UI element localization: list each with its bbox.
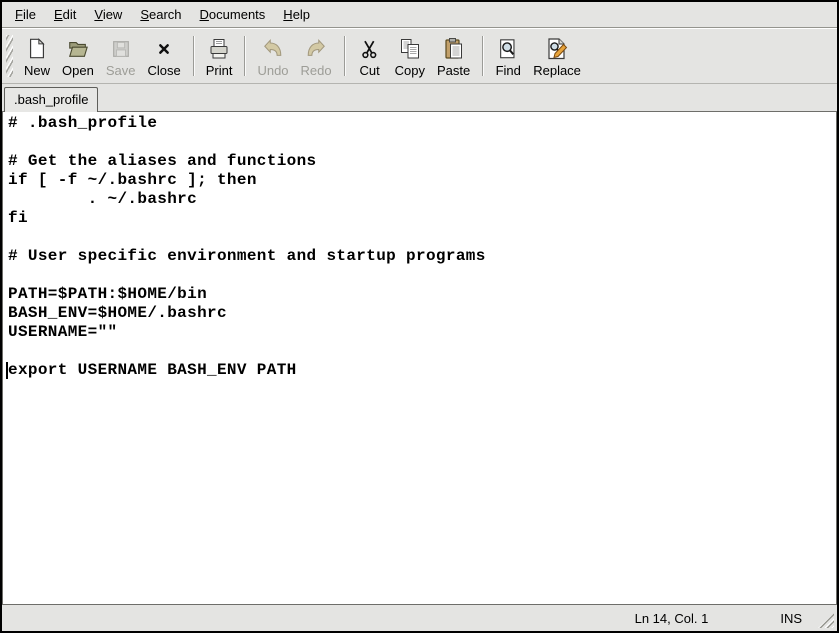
insert-mode-indicator: INS — [780, 611, 802, 626]
toolbar-button-label: Copy — [395, 63, 425, 78]
code-line — [8, 133, 836, 152]
text-editor-window: FileEditViewSearchDocumentsHelp New Open S… — [0, 0, 839, 633]
close-button[interactable]: Close — [141, 32, 186, 80]
code-line: BASH_ENV=$HOME/.bashrc — [8, 304, 836, 323]
save-button: Save — [100, 32, 142, 80]
code-line — [8, 266, 836, 285]
paste-button[interactable]: Paste — [431, 32, 476, 80]
code-line — [8, 342, 836, 361]
menu-item-edit[interactable]: Edit — [45, 3, 85, 26]
menu-bar: FileEditViewSearchDocumentsHelp — [2, 2, 837, 28]
menu-item-help[interactable]: Help — [274, 3, 319, 26]
toolbar-button-label: Redo — [301, 63, 332, 78]
menu-item-view[interactable]: View — [85, 3, 131, 26]
code-line: # User specific environment and startup … — [8, 247, 836, 266]
close-x-icon — [151, 35, 177, 62]
menu-item-search[interactable]: Search — [131, 3, 190, 26]
undo-button: Undo — [251, 32, 294, 80]
toolbar-button-label: Find — [496, 63, 521, 78]
text-caret — [6, 362, 8, 379]
toolbar: New Open Save Close Print Undo Redo Cut Copy Past… — [2, 28, 837, 84]
toolbar-button-label: Undo — [257, 63, 288, 78]
new-button[interactable]: New — [18, 32, 56, 80]
redo-arrow-icon — [303, 35, 329, 62]
find-magnifier-icon — [495, 35, 521, 62]
toolbar-button-label: Paste — [437, 63, 470, 78]
toolbar-button-label: Replace — [533, 63, 581, 78]
open-folder-icon — [65, 35, 91, 62]
toolbar-button-label: Print — [206, 63, 233, 78]
tab-label: .bash_profile — [14, 92, 88, 107]
code-line: # Get the aliases and functions — [8, 152, 836, 171]
print-button[interactable]: Print — [200, 32, 239, 80]
code-line: USERNAME="" — [8, 323, 836, 342]
undo-arrow-icon — [260, 35, 286, 62]
toolbar-separator — [482, 36, 483, 76]
code-line — [8, 228, 836, 247]
toolbar-separator — [193, 36, 194, 76]
replace-magnifier-pencil-icon — [544, 35, 570, 62]
toolbar-separator — [344, 36, 345, 76]
printer-icon — [206, 35, 232, 62]
code-line: fi — [8, 209, 836, 228]
redo-button: Redo — [295, 32, 338, 80]
cut-scissors-icon — [357, 35, 383, 62]
code-line: # .bash_profile — [8, 114, 836, 133]
copy-button[interactable]: Copy — [389, 32, 431, 80]
toolbar-button-label: Close — [147, 63, 180, 78]
code-line: PATH=$PATH:$HOME/bin — [8, 285, 836, 304]
toolbar-separator — [244, 36, 245, 76]
toolbar-button-label: Open — [62, 63, 94, 78]
window-resize-grip[interactable] — [818, 613, 834, 628]
menu-item-documents[interactable]: Documents — [191, 3, 275, 26]
code-line: if [ -f ~/.bashrc ]; then — [8, 171, 836, 190]
toolbar-button-label: New — [24, 63, 50, 78]
cursor-position-indicator: Ln 14, Col. 1 — [635, 611, 709, 626]
paste-clipboard-icon — [441, 35, 467, 62]
tab-bash-profile[interactable]: .bash_profile — [4, 87, 98, 112]
editor-text-area[interactable]: # .bash_profile # Get the aliases and fun… — [2, 111, 837, 605]
find-button[interactable]: Find — [489, 32, 527, 80]
replace-button[interactable]: Replace — [527, 32, 587, 80]
new-document-icon — [24, 35, 50, 62]
save-floppy-icon — [108, 35, 134, 62]
toolbar-button-label: Cut — [359, 63, 379, 78]
code-line: . ~/.bashrc — [8, 190, 836, 209]
toolbar-button-label: Save — [106, 63, 136, 78]
status-bar: Ln 14, Col. 1 INS — [2, 605, 837, 631]
menu-item-file[interactable]: File — [6, 3, 45, 26]
toolbar-drag-handle[interactable] — [6, 35, 13, 77]
tab-bar: .bash_profile — [2, 84, 837, 111]
code-line: export USERNAME BASH_ENV PATH — [8, 361, 836, 380]
cut-button[interactable]: Cut — [351, 32, 389, 80]
copy-pages-icon — [397, 35, 423, 62]
open-button[interactable]: Open — [56, 32, 100, 80]
